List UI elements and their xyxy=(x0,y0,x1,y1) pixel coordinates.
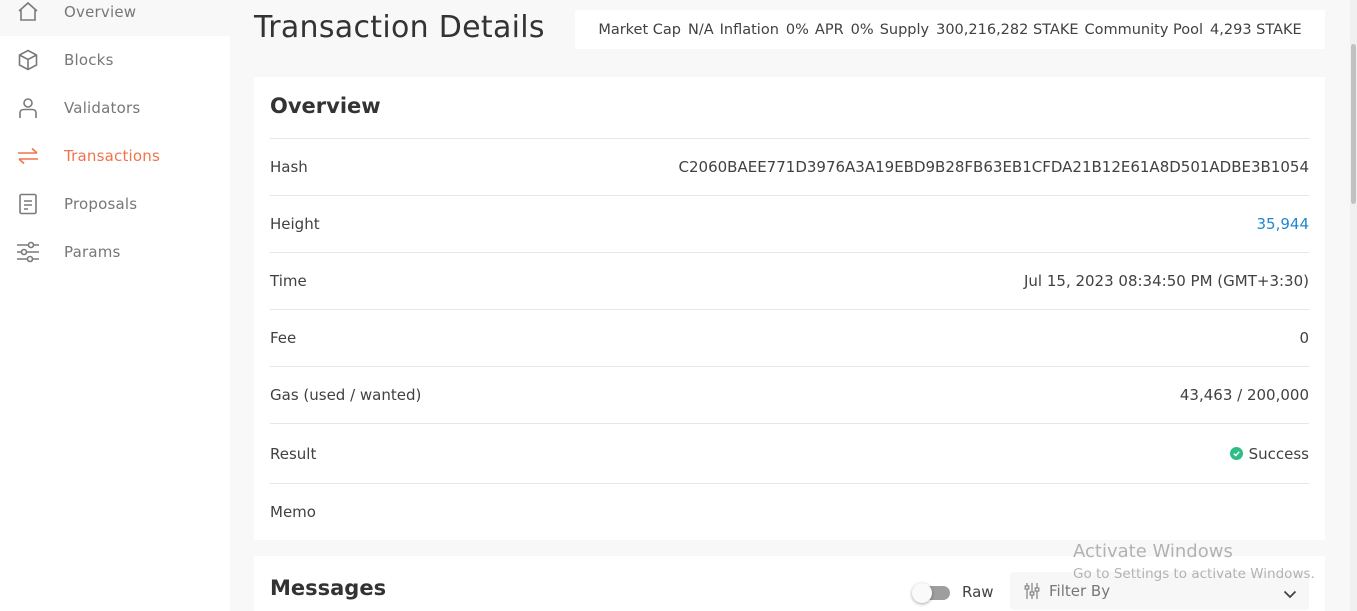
stat-label: Market Cap xyxy=(598,21,681,38)
detail-row-fee: Fee 0 xyxy=(270,309,1309,366)
filter-icon xyxy=(1024,582,1040,604)
row-label: Gas (used / wanted) xyxy=(270,386,422,404)
toggle-knob xyxy=(912,583,932,603)
row-label: Time xyxy=(270,272,307,290)
stat-value: 300,216,282 STAKE xyxy=(936,21,1079,38)
messages-title: Messages xyxy=(270,576,387,600)
sidebar-item-label: Proposals xyxy=(64,195,138,213)
person-icon xyxy=(16,96,40,120)
arrows-swap-icon xyxy=(16,144,40,168)
detail-row-time: Time Jul 15, 2023 08:34:50 PM (GMT+3:30) xyxy=(270,252,1309,309)
raw-label: Raw xyxy=(962,583,994,601)
sidebar-item-blocks[interactable]: Blocks xyxy=(0,36,230,84)
fee-value: 0 xyxy=(1299,329,1309,347)
detail-row-memo: Memo xyxy=(270,483,1309,540)
stat-community-pool: Community Pool 4,293 STAKE xyxy=(1085,22,1302,38)
stat-market-cap: Market Cap N/A xyxy=(598,22,713,38)
stat-value: 4,293 STAKE xyxy=(1210,21,1302,38)
stat-apr: APR 0% xyxy=(815,22,874,38)
detail-row-height: Height 35,944 xyxy=(270,195,1309,252)
sidebar-item-label: Blocks xyxy=(64,51,114,69)
messages-card: Messages Raw Filter By xyxy=(254,556,1325,611)
stat-value: 0% xyxy=(785,21,809,38)
sidebar-item-label: Validators xyxy=(64,99,141,117)
hash-value: C2060BAEE771D3976A3A19EBD9B28FB63EB1CFDA… xyxy=(678,158,1309,176)
overview-title: Overview xyxy=(270,94,381,118)
page-title: Transaction Details xyxy=(254,10,545,45)
sidebar-item-label: Transactions xyxy=(64,147,161,165)
sidebar-item-overview[interactable]: Overview xyxy=(0,0,230,36)
raw-toggle[interactable] xyxy=(912,583,950,603)
sidebar: Overview Blocks Validators Transactions … xyxy=(0,0,230,611)
height-link[interactable]: 35,944 xyxy=(1257,215,1310,233)
chevron-down-icon xyxy=(1283,584,1297,603)
sidebar-item-proposals[interactable]: Proposals xyxy=(0,180,230,228)
stat-label: APR xyxy=(814,21,844,38)
document-icon xyxy=(16,192,40,216)
overview-card: Overview Hash C2060BAEE771D3976A3A19EBD9… xyxy=(254,77,1325,540)
stat-label: Inflation xyxy=(719,21,779,38)
home-icon xyxy=(16,0,40,24)
filter-dropdown[interactable]: Filter By xyxy=(1010,572,1309,610)
detail-row-gas: Gas (used / wanted) 43,463 / 200,000 xyxy=(270,366,1309,423)
sliders-icon xyxy=(16,240,40,264)
row-label: Result xyxy=(270,444,317,463)
sidebar-item-validators[interactable]: Validators xyxy=(0,84,230,132)
filter-placeholder: Filter By xyxy=(1049,582,1111,600)
row-label: Hash xyxy=(270,158,308,176)
scrollbar-thumb[interactable] xyxy=(1351,44,1356,204)
detail-row-hash: Hash C2060BAEE771D3976A3A19EBD9B28FB63EB… xyxy=(270,138,1309,195)
result-text: Success xyxy=(1248,444,1309,463)
page-scrollbar[interactable] xyxy=(1350,0,1357,611)
time-value: Jul 15, 2023 08:34:50 PM (GMT+3:30) xyxy=(1023,272,1309,290)
stat-supply: Supply 300,216,282 STAKE xyxy=(880,22,1079,38)
row-label: Fee xyxy=(270,329,297,347)
sidebar-item-params[interactable]: Params xyxy=(0,228,230,276)
detail-row-result: Result Success xyxy=(270,423,1309,483)
row-label: Memo xyxy=(270,503,316,521)
result-value: Success xyxy=(1229,444,1309,463)
sidebar-item-transactions[interactable]: Transactions xyxy=(0,132,230,180)
stat-label: Community Pool xyxy=(1084,21,1204,38)
gas-value: 43,463 / 200,000 xyxy=(1179,386,1309,404)
stat-value: N/A xyxy=(687,21,714,38)
stats-bar: Market Cap N/A Inflation 0% APR 0% Supply 30… xyxy=(575,10,1325,49)
check-circle-icon xyxy=(1229,447,1243,460)
stat-value: 0% xyxy=(850,21,874,38)
row-label: Height xyxy=(270,215,320,233)
stat-inflation: Inflation 0% xyxy=(720,22,809,38)
sidebar-item-label: Overview xyxy=(64,3,137,21)
sidebar-item-label: Params xyxy=(64,243,121,261)
cube-icon xyxy=(16,48,40,72)
stat-label: Supply xyxy=(879,21,930,38)
